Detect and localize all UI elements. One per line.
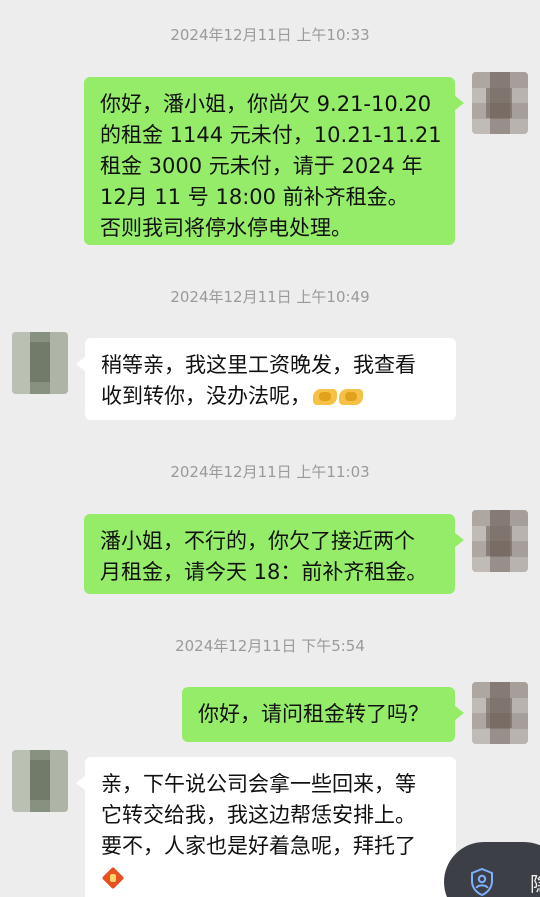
message-text: 月租金，请今天 18：前补齐租金。	[100, 560, 428, 584]
message-text: 潘小姐，不行的，你欠了接近两个	[100, 529, 415, 553]
message-bubble-outgoing[interactable]: 潘小姐，不行的，你欠了接近两个 月租金，请今天 18：前补齐租金。	[84, 514, 464, 594]
floating-privacy-button[interactable]: 隐	[444, 842, 540, 897]
message-text: 你好，请问租金转了吗？	[198, 702, 429, 726]
handshake-emoji-icon	[339, 389, 363, 405]
message-text: 你好，潘小姐，你尚欠 9.21-10.20	[100, 92, 432, 116]
timestamp: 2024年12月11日 上午11:03	[170, 463, 370, 481]
avatar-self[interactable]	[472, 72, 528, 134]
message-text: 它转交给我，我这边帮恁安排上。	[101, 803, 416, 827]
message-bubble-incoming[interactable]: 稍等亲，我这里工资晚发，我查看 收到转你，没办法呢，	[76, 338, 456, 420]
message-text: 稍等亲，我这里工资晚发，我查看	[101, 353, 416, 377]
timestamp: 2024年12月11日 上午10:49	[170, 288, 370, 306]
avatar-contact[interactable]	[12, 750, 68, 812]
message-bubble-outgoing[interactable]: 你好，请问租金转了吗？	[182, 687, 464, 742]
avatar-self[interactable]	[472, 682, 528, 744]
message-text: 的租金 1144 元未付，10.21-11.21	[100, 123, 442, 147]
shield-user-icon	[471, 868, 493, 896]
message-text: 收到转你，没办法呢，	[101, 384, 311, 408]
handshake-emoji-icon	[313, 389, 337, 405]
timestamp: 2024年12月11日 上午10:33	[170, 26, 370, 44]
bow-emoji-icon	[101, 866, 125, 890]
timestamp: 2024年12月11日 下午5:54	[175, 637, 365, 655]
floating-button-label: 隐	[530, 868, 540, 897]
message-bubble-outgoing[interactable]: 你好，潘小姐，你尚欠 9.21-10.20 的租金 1144 元未付，10.21…	[84, 77, 464, 245]
message-text: 要不，人家也是好着急呢，拜托了	[101, 834, 416, 858]
message-text: 租金 3000 元未付，请于 2024 年	[100, 154, 423, 178]
message-text: 12月 11 号 18:00 前补齐租金。	[100, 185, 409, 209]
avatar-self[interactable]	[472, 510, 528, 572]
avatar-contact[interactable]	[12, 332, 68, 394]
message-text: 亲，下午说公司会拿一些回来，等	[101, 772, 416, 796]
message-text: 否则我司将停水停电处理。	[100, 216, 352, 240]
message-bubble-incoming[interactable]: 亲，下午说公司会拿一些回来，等 它转交给我，我这边帮恁安排上。 要不，人家也是好…	[76, 757, 456, 897]
